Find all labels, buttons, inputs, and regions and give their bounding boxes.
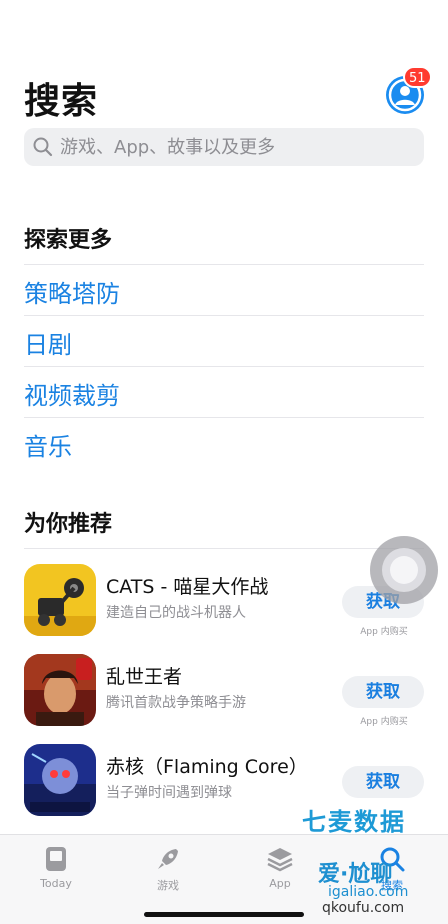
- home-indicator: [144, 912, 304, 917]
- search-input[interactable]: [60, 136, 400, 158]
- divider: [24, 264, 424, 265]
- app-icon-luanshi: [24, 654, 96, 726]
- divider: [24, 366, 424, 367]
- tab-games[interactable]: 游戏: [133, 845, 203, 893]
- tab-today[interactable]: Today: [21, 845, 91, 890]
- discover-item-strategy[interactable]: 策略塔防: [24, 274, 120, 309]
- divider: [24, 548, 424, 549]
- assistive-touch-button[interactable]: [370, 536, 438, 604]
- divider: [24, 315, 424, 316]
- discover-section-title: 探索更多: [24, 228, 113, 253]
- app-icon-flaming-core: [24, 744, 96, 816]
- app-subtitle: 腾讯首款战争策略手游: [106, 695, 246, 711]
- today-icon: [46, 847, 66, 871]
- tab-apps[interactable]: App: [245, 845, 315, 890]
- get-button[interactable]: 获取: [342, 676, 424, 708]
- page-title: 搜索: [24, 81, 99, 122]
- app-subtitle: 建造自己的战斗机器人: [106, 605, 246, 621]
- watermark-igaliao-url: igaliao.com: [328, 884, 409, 900]
- layers-icon: [267, 848, 293, 872]
- discover-item-jdrama[interactable]: 日剧: [24, 325, 72, 360]
- tab-label: App: [269, 877, 291, 890]
- search-bar[interactable]: [24, 128, 424, 166]
- recommend-section-title: 为你推荐: [24, 512, 113, 537]
- app-icon-cats: [24, 564, 96, 636]
- discover-item-video-trim[interactable]: 视频裁剪: [24, 376, 120, 411]
- tab-label: Today: [40, 877, 72, 890]
- app-name: 乱世王者: [106, 666, 183, 688]
- watermark-qimai: 七麦数据: [302, 808, 406, 836]
- app-subtitle: 当子弹时间遇到弹球: [106, 785, 232, 801]
- in-app-purchase-note: App 内购买: [360, 627, 408, 637]
- notification-badge: 51: [403, 66, 432, 88]
- rocket-icon: [158, 849, 178, 869]
- discover-item-music[interactable]: 音乐: [24, 427, 72, 462]
- get-button[interactable]: 获取: [342, 766, 424, 798]
- app-name: 赤核（Flaming Core）: [106, 756, 308, 778]
- in-app-purchase-note: App 内购买: [360, 717, 408, 727]
- app-name: CATS - 喵星大作战: [106, 576, 269, 598]
- tab-label: 游戏: [157, 879, 179, 892]
- watermark-qkoufu-url: qkoufu.com: [322, 900, 405, 916]
- divider: [24, 417, 424, 418]
- app-row-cats[interactable]: CATS - 喵星大作战 建造自己的战斗机器人 获取 App 内购买: [24, 564, 424, 640]
- search-icon: [33, 137, 53, 157]
- app-row-luanshi[interactable]: 乱世王者 腾讯首款战争策略手游 获取 App 内购买: [24, 654, 424, 730]
